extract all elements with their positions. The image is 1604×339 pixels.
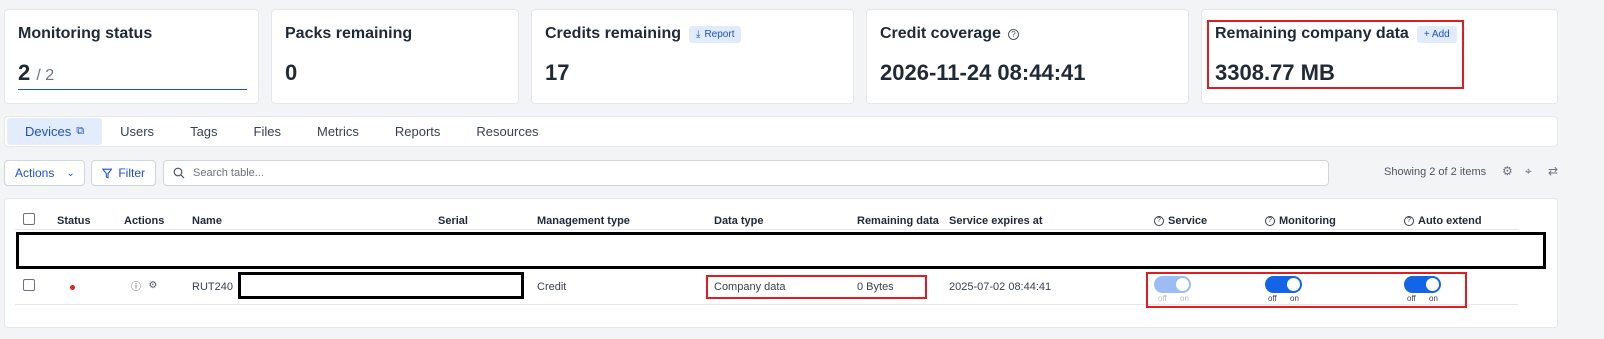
select-all-checkbox[interactable] — [23, 213, 35, 225]
monitoring-total: / 2 — [36, 67, 55, 84]
items-count: Showing 2 of 2 items — [1384, 166, 1487, 178]
tab-label: Devices — [25, 124, 72, 139]
report-button[interactable]: ⤓ Report — [689, 25, 742, 43]
column-service-expires[interactable]: Service expires at — [949, 215, 1043, 227]
external-link-icon: ⧉ — [76, 125, 85, 137]
filter-label: Filter — [118, 166, 145, 180]
column-service[interactable]: ? Service — [1154, 215, 1207, 227]
monitoring-status-card: Monitoring status 2 / 2 — [4, 9, 259, 104]
coverage-value: 2026-11-24 08:44:41 — [880, 60, 1086, 85]
column-data-type[interactable]: Data type — [714, 215, 764, 227]
tab-tags[interactable]: Tags — [172, 117, 235, 146]
tab-bar: Devices ⧉ Users Tags Files Metrics Repor… — [4, 116, 1558, 147]
highlight-box — [1146, 272, 1467, 308]
redacted-serial — [238, 272, 524, 299]
monitoring-value: 2 — [18, 60, 31, 85]
tab-resources[interactable]: Resources — [458, 117, 556, 146]
column-management-type[interactable]: Management type — [537, 215, 630, 227]
refresh-icon[interactable]: ⇄ — [1548, 164, 1558, 178]
card-title: Credits remaining ⤓ Report — [545, 25, 742, 43]
gear-icon[interactable]: ⚙ — [1502, 164, 1513, 178]
column-monitoring[interactable]: ? Monitoring — [1265, 215, 1336, 227]
filter-icon — [102, 168, 113, 179]
map-pin-icon[interactable]: ⌖ — [1525, 164, 1532, 179]
actions-dropdown[interactable]: Actions ⌄ — [4, 160, 85, 186]
credits-value: 17 — [545, 60, 570, 85]
tab-reports[interactable]: Reports — [377, 117, 459, 146]
credits-title: Credits remaining — [545, 25, 682, 42]
underline — [18, 89, 247, 90]
column-status[interactable]: Status — [57, 215, 91, 227]
divider — [15, 229, 1518, 230]
column-serial[interactable]: Serial — [438, 215, 468, 227]
column-label: Service — [1168, 215, 1208, 227]
download-icon: ⤓ — [696, 28, 701, 40]
packs-remaining-card: Packs remaining 0 — [271, 9, 519, 104]
tab-users[interactable]: Users — [102, 117, 172, 146]
help-icon[interactable]: ? — [1265, 216, 1275, 226]
search-icon — [173, 167, 185, 179]
card-title: Monitoring status — [18, 25, 153, 42]
column-name[interactable]: Name — [192, 215, 222, 227]
help-icon[interactable]: ? — [1154, 216, 1164, 226]
actions-label: Actions — [15, 166, 55, 180]
credit-coverage-card: Credit coverage ? 2026-11-24 08:44:41 — [866, 9, 1189, 104]
highlight-box — [1207, 20, 1464, 89]
column-actions: Actions — [124, 215, 165, 227]
credits-remaining-card: Credits remaining ⤓ Report 17 — [531, 9, 854, 104]
tab-files[interactable]: Files — [236, 117, 299, 146]
column-auto-extend[interactable]: ? Auto extend — [1404, 215, 1482, 227]
device-name[interactable]: RUT240 — [192, 281, 233, 293]
management-type: Credit — [537, 281, 567, 293]
gear-icon[interactable]: ⚙ — [147, 279, 159, 291]
card-title: Credit coverage ? — [880, 25, 1019, 43]
coverage-title: Credit coverage — [880, 25, 1001, 42]
column-label: Monitoring — [1279, 215, 1336, 227]
filter-button[interactable]: Filter — [91, 160, 156, 186]
redacted-row — [16, 232, 1546, 269]
row-checkbox[interactable] — [23, 279, 35, 291]
info-icon[interactable]: ⓘ — [130, 279, 142, 293]
column-label: Auto extend — [1418, 215, 1482, 227]
tab-devices[interactable]: Devices ⧉ — [7, 118, 103, 145]
tab-metrics[interactable]: Metrics — [299, 117, 377, 146]
chevron-down-icon: ⌄ — [66, 167, 75, 179]
help-icon[interactable]: ? — [1404, 216, 1414, 226]
column-remaining-data[interactable]: Remaining data — [857, 215, 939, 227]
highlight-box — [706, 275, 927, 299]
status-indicator — [70, 285, 75, 290]
search-field — [163, 160, 1329, 186]
report-label: Report — [704, 28, 735, 40]
monitoring-count: 2 / 2 — [18, 60, 54, 86]
card-title: Packs remaining — [285, 25, 413, 42]
help-icon[interactable]: ? — [1007, 28, 1019, 40]
packs-value: 0 — [285, 60, 298, 85]
search-input[interactable] — [193, 167, 1293, 179]
service-expires: 2025-07-02 08:44:41 — [949, 281, 1052, 293]
